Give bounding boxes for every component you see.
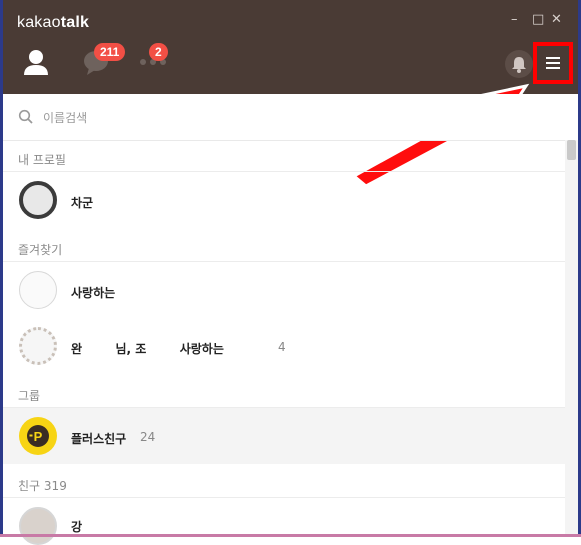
favorite-name: 완 님, 조 사랑하는 xyxy=(71,342,224,356)
favorite-row[interactable]: 완 님, 조 사랑하는 4 xyxy=(3,318,565,374)
scrollbar-thumb[interactable] xyxy=(567,140,576,160)
app-title-light: kakao xyxy=(17,14,61,31)
bell-icon xyxy=(512,57,526,73)
section-friends: 친구 319 xyxy=(18,477,67,494)
app-title: kakaotalk xyxy=(17,14,89,32)
hamburger-menu-icon xyxy=(546,57,560,69)
group-row-plus-friend[interactable]: P 플러스친구 24 xyxy=(3,408,565,464)
section-favorites: 즐겨찾기 xyxy=(18,243,63,257)
member-count: 4 xyxy=(278,340,286,354)
svg-text:P: P xyxy=(34,429,43,444)
scrollbar[interactable] xyxy=(565,140,578,534)
plus-friend-icon: P xyxy=(19,417,57,455)
favorite-name: 사랑하는 xyxy=(71,286,116,300)
search-icon xyxy=(18,109,33,124)
search-input[interactable]: 이름검색 xyxy=(43,109,87,126)
profile-name: 차군 xyxy=(71,196,94,210)
search-bar[interactable]: 이름검색 xyxy=(3,94,578,141)
member-count: 24 xyxy=(140,430,156,444)
avatar xyxy=(19,181,57,219)
tab-friends[interactable] xyxy=(23,48,49,76)
friend-name: 강 xyxy=(71,520,83,534)
chats-unread-badge: 211 xyxy=(94,43,126,61)
friends-label: 친구 xyxy=(18,479,41,493)
avatar xyxy=(19,507,57,545)
maximize-button[interactable]: □ xyxy=(532,12,544,28)
app-title-bold: talk xyxy=(60,14,90,31)
person-icon xyxy=(24,50,48,75)
favorite-row[interactable]: 사랑하는 xyxy=(3,262,565,318)
friends-count: 319 xyxy=(43,479,67,493)
avatar xyxy=(19,271,57,309)
avatar xyxy=(19,327,57,365)
section-groups: 그룹 xyxy=(18,389,41,403)
more-badge: 2 xyxy=(149,43,168,61)
my-profile-row[interactable]: 차군 xyxy=(3,172,565,228)
group-name: 플러스친구 xyxy=(71,432,127,446)
menu-button[interactable] xyxy=(533,42,573,84)
section-my-profile: 내 프로필 xyxy=(18,153,66,167)
friend-row[interactable]: 강 xyxy=(3,498,565,545)
minimize-button[interactable]: – xyxy=(511,12,518,28)
notification-button[interactable] xyxy=(505,50,533,78)
close-button[interactable]: ✕ xyxy=(551,12,562,28)
